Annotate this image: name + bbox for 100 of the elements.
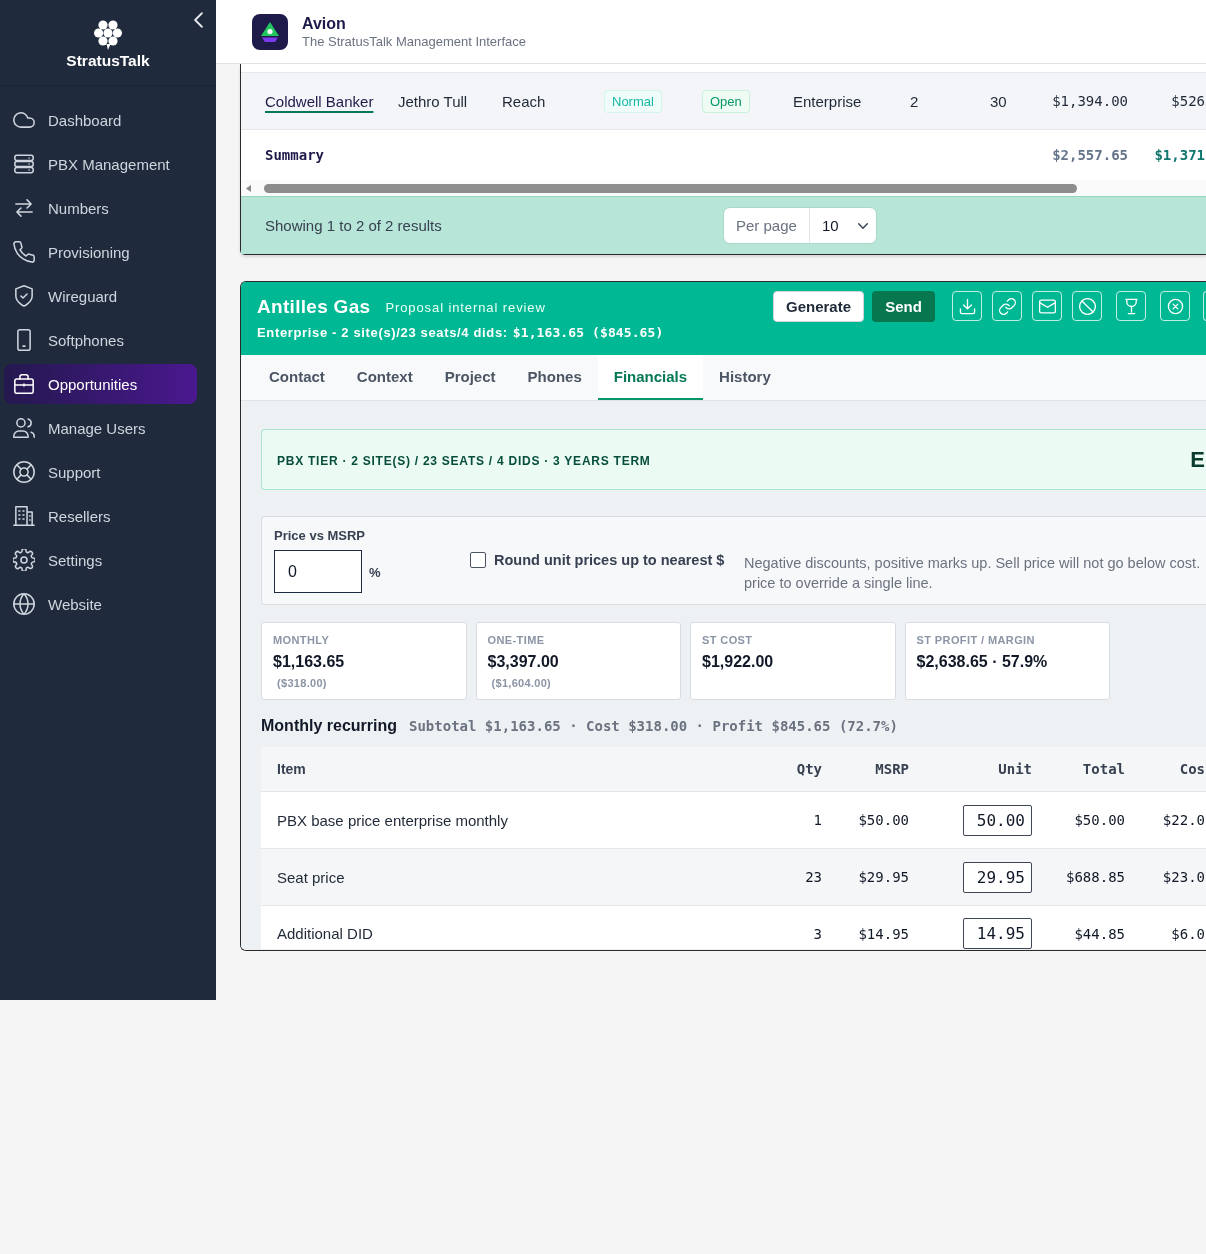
nav-item[interactable]: Softphones — [4, 320, 197, 360]
globe-icon — [13, 593, 35, 615]
column-header: MSRP — [875, 761, 909, 777]
stat-value: $1,163.65 — [273, 652, 345, 672]
company-link[interactable]: Coldwell Banker — [265, 92, 374, 110]
trophy-button[interactable] — [1116, 291, 1146, 321]
results-text: Showing 1 to 2 of 2 results — [265, 217, 443, 234]
block-button[interactable] — [1072, 291, 1102, 321]
tab[interactable]: Contact — [253, 355, 341, 400]
mail-icon — [1038, 297, 1056, 315]
chevron-left-icon[interactable] — [194, 12, 203, 28]
banner-value: E — [1190, 446, 1205, 473]
column-header: Item — [277, 761, 306, 777]
summary-label: Summary — [265, 147, 324, 163]
quantity: 1 — [813, 812, 822, 828]
stat-label: MONTHLY — [273, 633, 330, 647]
settings-icon — [13, 549, 35, 571]
nav-item[interactable]: Website — [4, 584, 197, 624]
priority-badge: Normal — [604, 89, 662, 113]
stat-subvalue: ($1,604.00) — [490, 676, 552, 690]
nav-item[interactable]: Resellers — [4, 496, 197, 536]
stat-label: ST PROFIT / MARGIN — [916, 633, 1035, 647]
nav-item[interactable]: PBX Management — [4, 144, 197, 184]
app-subtitle: The StratusTalk Management Interface — [302, 33, 526, 50]
app-logo-icon — [252, 13, 288, 50]
tab[interactable]: Project — [428, 355, 512, 400]
phone-icon — [13, 241, 35, 263]
status-badge: Open — [702, 89, 750, 113]
summary-value: $1,371 — [1154, 147, 1205, 163]
download-icon — [958, 297, 976, 315]
unit-price-input[interactable]: 29.95 — [963, 861, 1032, 893]
tab[interactable]: Context — [340, 355, 429, 400]
tab[interactable]: Phones — [511, 355, 598, 400]
shield-check-icon — [13, 285, 35, 307]
scrollbar-thumb[interactable] — [264, 183, 1077, 193]
line-total: $50.00 — [1074, 812, 1125, 828]
close-icon — [1166, 297, 1184, 315]
brand-name: StratusTalk — [66, 52, 150, 70]
trophy-icon — [1122, 297, 1140, 315]
line-total: $688.85 — [1066, 869, 1125, 885]
column-header: Unit — [998, 761, 1032, 777]
download-button[interactable] — [952, 291, 982, 321]
stat-label: ONE-TIME — [487, 633, 545, 647]
item-name: Seat price — [277, 868, 345, 886]
column-header: Total — [1082, 761, 1125, 777]
nav-item[interactable]: Dashboard — [4, 100, 197, 140]
generate-button[interactable]: Generate — [773, 291, 864, 322]
email-button[interactable] — [1032, 291, 1062, 321]
msrp-price: $14.95 — [858, 925, 909, 942]
unit-price-input[interactable]: 50.00 — [963, 804, 1032, 836]
pricing-hint: Negative discounts, positive marks up. Sell price will not go below cost. price to override a single line. — [744, 554, 1201, 593]
opportunity-name: Antilles Gas — [257, 295, 371, 318]
send-button[interactable]: Send — [872, 291, 935, 322]
unit-price-input[interactable]: 14.95 — [963, 918, 1032, 949]
tab[interactable]: Financials — [597, 355, 704, 400]
building-icon — [13, 505, 35, 527]
link-icon — [998, 297, 1016, 315]
stat-subvalue: ($318.00) — [276, 676, 327, 690]
nav-item[interactable]: Provisioning — [4, 232, 197, 272]
item-name: Additional DID — [277, 925, 373, 942]
table-value: $526 — [1171, 93, 1205, 109]
ban-icon — [1078, 297, 1096, 315]
nav-item[interactable]: Numbers — [4, 188, 197, 228]
nav-item[interactable]: Opportunities — [4, 364, 197, 404]
close-button[interactable] — [1160, 291, 1190, 321]
scroll-left-icon[interactable] — [246, 184, 251, 192]
section-title: Monthly recurring — [261, 717, 397, 735]
stage-label: Proposal internal review — [385, 300, 546, 315]
flower-logo-icon — [94, 20, 122, 50]
tier-summary: PBX TIER · 2 SITE(S) / 23 SEATS / 4 DIDS · 3 YEARS TERM — [277, 454, 651, 468]
checkbox-label[interactable]: Round unit prices up to nearest $ — [494, 552, 725, 568]
quantity: 23 — [805, 869, 822, 885]
section-totals: Subtotal $1,163.65 · Cost $318.00 · Profit $845.65 (72.7%) — [409, 718, 898, 734]
horizontal-scrollbar[interactable] — [241, 180, 1206, 196]
copy-link-button[interactable] — [992, 291, 1022, 321]
lifebuoy-icon — [13, 461, 35, 483]
stat-label: ST COST — [702, 633, 753, 647]
per-page-select[interactable]: Per page 10 — [723, 207, 877, 244]
swap-arrows-icon — [13, 197, 35, 219]
tab[interactable]: History — [703, 355, 787, 400]
nav-item[interactable]: Manage Users — [4, 408, 197, 448]
stat-value: $2,638.65 · 57.9% — [916, 652, 1048, 672]
nav-item[interactable]: Support — [4, 452, 197, 492]
round-prices-checkbox[interactable] — [470, 552, 486, 568]
cost-value: $22.0 — [1162, 812, 1205, 828]
cost-value: $6.0 — [1171, 925, 1205, 942]
table-value: Jethro Tull — [398, 92, 468, 110]
summary-amount: $1,163.65 ($845.65) — [512, 324, 664, 342]
price-vs-msrp-label: Price vs MSRP — [274, 528, 366, 544]
stat-value: $3,397.00 — [487, 652, 559, 672]
stat-value: $1,922.00 — [702, 652, 774, 672]
table-value: Enterprise — [793, 92, 862, 110]
table-value: 30 — [990, 92, 1007, 110]
markup-input[interactable]: 0 — [274, 550, 362, 593]
nav-item[interactable]: Wireguard — [4, 276, 197, 316]
nav-item[interactable]: Settings — [4, 540, 197, 580]
table-value: 2 — [910, 92, 919, 110]
percent-sign: % — [369, 565, 381, 580]
msrp-price: $50.00 — [858, 812, 909, 828]
cost-value: $23.0 — [1162, 869, 1205, 885]
